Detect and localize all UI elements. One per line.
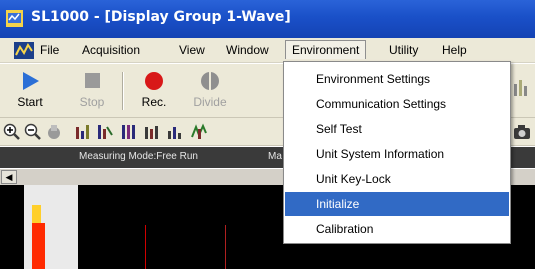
menu-self-test[interactable]: Self Test [285, 117, 509, 141]
menu-file[interactable]: File [40, 43, 59, 57]
title-bar: SL1000 - [Display Group 1-Wave] [0, 0, 535, 38]
app-icon [6, 10, 23, 27]
level-meter-red [32, 223, 45, 269]
menu-unit-key-lock[interactable]: Unit Key-Lock [285, 167, 509, 191]
menu-unit-system-information[interactable]: Unit System Information [285, 142, 509, 166]
document-icon[interactable] [14, 42, 34, 59]
record-label: Rec. [141, 95, 167, 109]
divide-icon [201, 71, 219, 91]
hand-icon[interactable] [45, 123, 63, 141]
waveform-view3-icon[interactable] [120, 123, 138, 141]
zoom-out-icon[interactable] [24, 123, 42, 141]
waveform-trace [145, 225, 146, 269]
menu-window[interactable]: Window [226, 43, 269, 57]
measuring-mode: Measuring Mode:Free Run [79, 151, 198, 162]
menu-environment-settings[interactable]: Environment Settings [285, 67, 509, 91]
menu-initialize[interactable]: Initialize [285, 192, 509, 216]
divide-label: Divide [193, 95, 227, 109]
waveform-view4-icon[interactable] [143, 123, 161, 141]
zoom-in-icon[interactable] [3, 123, 21, 141]
menu-environment[interactable]: Environment [285, 40, 367, 59]
waveform-view5-icon[interactable] [166, 123, 184, 141]
waveform-view1-icon[interactable] [74, 123, 92, 141]
menu-communication-settings[interactable]: Communication Settings [285, 92, 509, 116]
level-meter-marker [32, 205, 41, 223]
stop-label: Stop [79, 95, 105, 109]
divide-button[interactable]: Divide [184, 68, 236, 114]
menu-utility[interactable]: Utility [389, 43, 418, 57]
record-button[interactable]: Rec. [128, 68, 180, 114]
waveform-view2-icon[interactable] [96, 123, 114, 141]
window-title: SL1000 - [Display Group 1-Wave] [31, 9, 291, 25]
record-icon [145, 72, 163, 90]
menu-view[interactable]: View [179, 43, 205, 57]
stop-icon [85, 73, 100, 88]
menu-help[interactable]: Help [442, 43, 467, 57]
menu-calibration[interactable]: Calibration [285, 217, 509, 241]
stop-button[interactable]: Stop [66, 68, 118, 114]
play-icon [23, 72, 39, 90]
start-label: Start [17, 95, 43, 109]
camera-icon[interactable] [513, 123, 531, 141]
menu-acquisition[interactable]: Acquisition [82, 43, 140, 57]
status-partial-text: Ma [268, 151, 282, 162]
menu-bar: File Acquisition View Window Environment… [0, 38, 535, 63]
scroll-left-arrow-icon[interactable]: ◀ [1, 170, 17, 184]
waveform-view6-icon[interactable] [190, 123, 208, 141]
start-button[interactable]: Start [4, 68, 56, 114]
environment-menu: Environment Settings Communication Setti… [283, 61, 511, 244]
toolbar-separator [122, 72, 124, 110]
waveform-trace [225, 225, 226, 269]
chart-tool-icon[interactable] [512, 76, 530, 98]
